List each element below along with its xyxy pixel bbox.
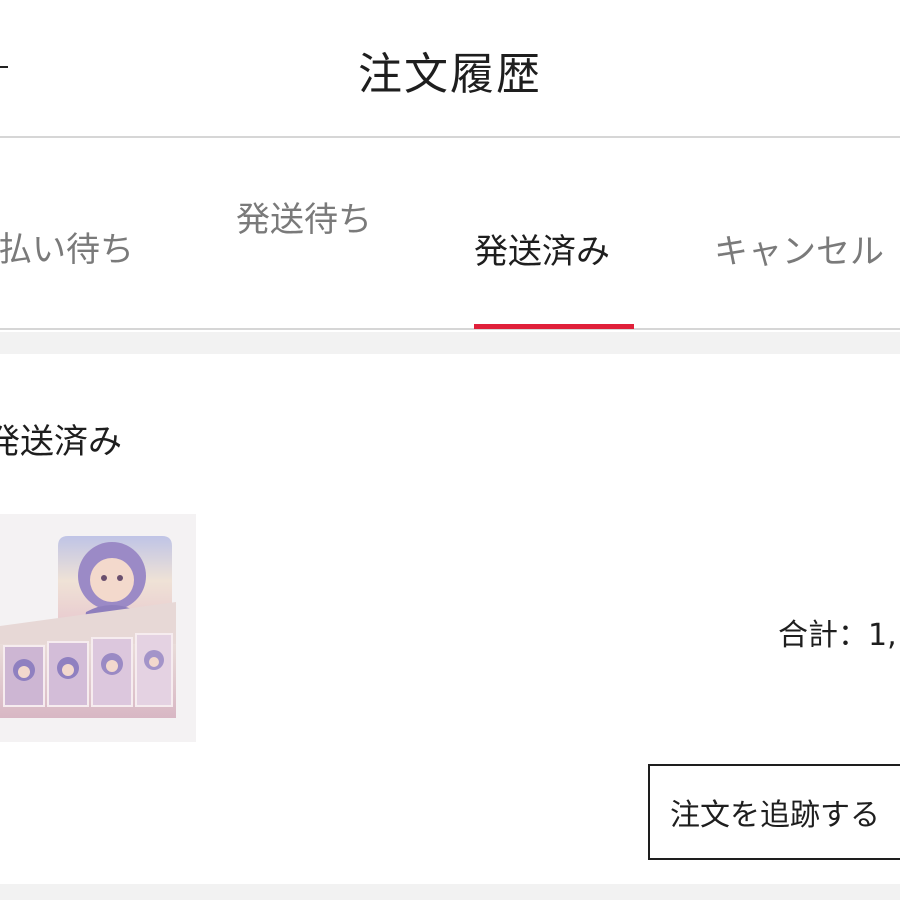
order-status-tabs: 払い待ち 発送待ち 発送済み キャンセル xyxy=(0,140,900,330)
header: 注文履歴 xyxy=(0,0,900,138)
active-tab-indicator xyxy=(474,324,634,329)
product-illustration xyxy=(0,514,196,742)
section-divider xyxy=(0,332,900,354)
product-image[interactable] xyxy=(0,514,196,742)
order-status-label: 発送済み xyxy=(0,422,122,462)
page-title: 注文履歴 xyxy=(358,49,542,100)
section-divider-bottom xyxy=(0,884,900,900)
order-card[interactable]: 発送済み 合計：1, 注文を追跡する xyxy=(0,354,900,884)
tab-awaiting-shipment[interactable]: 発送待ち xyxy=(236,192,372,241)
tab-cancelled[interactable]: キャンセル xyxy=(714,224,884,273)
tab-shipped[interactable]: 発送済み xyxy=(474,224,610,273)
track-order-button[interactable]: 注文を追跡する xyxy=(648,764,900,860)
order-history-screen: 注文履歴 払い待ち 発送待ち 発送済み キャンセル 発送済み 合計：1, 注文を… xyxy=(0,0,900,900)
tab-awaiting-payment[interactable]: 払い待ち xyxy=(0,222,134,271)
order-total: 合計：1, xyxy=(778,618,897,653)
